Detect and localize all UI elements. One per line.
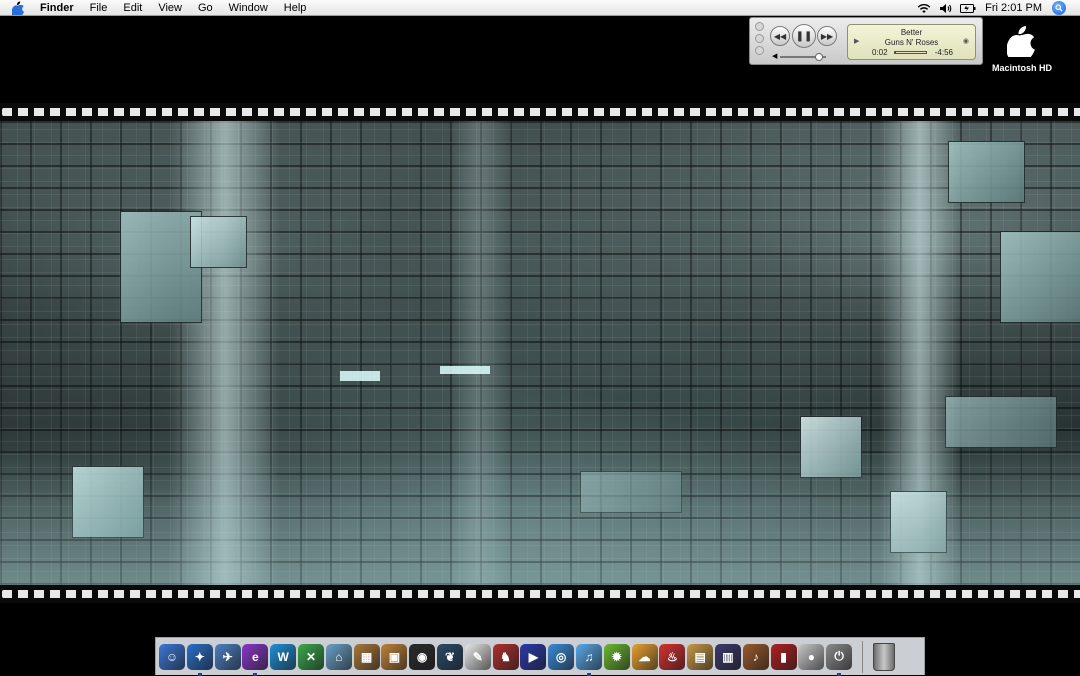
game-icon[interactable]: ♞: [492, 643, 519, 670]
popcorn-icon[interactable]: ♨: [659, 643, 686, 670]
fast-forward-icon: ▶▶: [820, 31, 834, 41]
menu-file[interactable]: File: [90, 0, 108, 16]
app-e-icon[interactable]: e: [242, 643, 269, 676]
photo-app-icon[interactable]: ▦: [353, 643, 380, 670]
menu-app-finder[interactable]: Finder: [40, 0, 74, 16]
zoom-button[interactable]: [755, 46, 764, 55]
menu-clock[interactable]: Fri 2:01 PM: [985, 2, 1042, 14]
camera-icon[interactable]: ◉: [409, 643, 436, 670]
ichat-icon[interactable]: ☁: [631, 643, 658, 670]
app-x-icon[interactable]: ✕: [297, 643, 324, 670]
filmstrip-bottom: [0, 585, 1080, 603]
apple-app-icon[interactable]: ●: [798, 643, 825, 670]
photo-booth-icon[interactable]: ▥: [714, 643, 741, 670]
menu-go[interactable]: Go: [198, 0, 213, 16]
menu-window[interactable]: Window: [229, 0, 268, 16]
finder-icon[interactable]: ☺: [159, 643, 185, 670]
safari-icon[interactable]: ✦: [186, 643, 213, 676]
menu-edit[interactable]: Edit: [123, 0, 142, 16]
battery-icon[interactable]: [959, 1, 977, 15]
volume-slider[interactable]: ◀: [772, 53, 826, 61]
red-book-icon[interactable]: ▮: [770, 643, 797, 670]
app-w-icon[interactable]: W: [270, 643, 297, 670]
next-track-button[interactable]: ▶▶: [817, 26, 837, 46]
rewind-icon: ◀◀: [773, 31, 787, 41]
menu-view[interactable]: View: [158, 0, 182, 16]
now-playing-display: ▶ ◉ Better Guns N' Roses 0:02 -4:56: [847, 24, 976, 60]
macintosh-hd-label[interactable]: Macintosh HD: [985, 63, 1059, 73]
iphoto-icon[interactable]: ▣: [381, 643, 408, 670]
guitar-icon[interactable]: ♪: [742, 643, 769, 670]
track-artist: Guns N' Roses: [884, 38, 939, 47]
filmstrip-top: [0, 103, 1080, 121]
minimize-button[interactable]: [755, 34, 764, 43]
apple-menu-icon[interactable]: [12, 0, 26, 15]
volume-knob[interactable]: [815, 53, 824, 61]
trash-icon[interactable]: [872, 642, 895, 671]
preview-icon[interactable]: ⌂: [325, 643, 352, 670]
itunes-mini-player[interactable]: ◀◀ ❚❚ ▶▶ ◀ ▶ ◉ Better Guns N' Roses 0:02…: [749, 17, 983, 65]
menu-extras: Fri 2:01 PM: [911, 0, 1080, 16]
macintosh-hd-icon[interactable]: [1003, 24, 1039, 58]
textedit-icon[interactable]: ✎: [464, 643, 491, 670]
mail-icon[interactable]: ✈: [214, 643, 241, 670]
volume-low-icon: ◀: [772, 53, 778, 60]
pause-icon: ❚❚: [795, 30, 813, 42]
imovie-icon[interactable]: ▶: [520, 643, 547, 670]
dock: ☺ ✦ ✈ e W ✕ ⌂ ▦ ▣ ◉ ❦ ✎ ♞ ▶ ◎ ♫ ✹ ☁ ♨ ▤ ▥ ♪ ▮ ● ⏻: [155, 637, 925, 676]
playback-progress-bar[interactable]: [894, 51, 927, 54]
notebook-icon[interactable]: ▤: [687, 643, 714, 670]
wifi-icon[interactable]: [915, 1, 933, 15]
pause-button[interactable]: ❚❚: [792, 24, 816, 48]
burn-icon[interactable]: ✹: [603, 643, 630, 670]
previous-track-button[interactable]: ◀◀: [770, 26, 790, 46]
dock-separator: [861, 640, 863, 673]
volume-icon[interactable]: [937, 1, 955, 15]
power-icon[interactable]: ⏻: [826, 643, 853, 676]
menu-bar: Finder File Edit View Go Window Help Fri…: [0, 0, 1080, 16]
elapsed-time: 0:02: [872, 48, 888, 57]
spotlight-search-icon[interactable]: [1052, 1, 1066, 15]
feather-icon[interactable]: ❦: [436, 643, 463, 670]
itunes-icon[interactable]: ♫: [575, 643, 602, 676]
dvd-icon[interactable]: ◎: [548, 643, 575, 670]
desktop-wallpaper-scene: [0, 121, 1080, 585]
track-title: Better: [900, 28, 923, 37]
close-button[interactable]: [755, 22, 764, 31]
menu-help[interactable]: Help: [284, 0, 307, 16]
remaining-time: -4:56: [934, 48, 953, 57]
